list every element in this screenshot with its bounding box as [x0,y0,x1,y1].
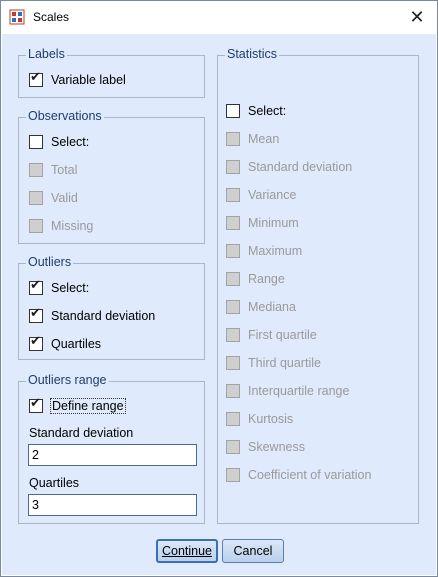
statistics-variance: Variance [226,187,296,203]
labels-variable-label-label: Variable label [51,73,126,87]
statistics-standard-deviation-label: Standard deviation [248,160,353,174]
statistics-mean-checkbox [226,132,240,146]
outliers-quartiles-label: Quartiles [51,337,102,351]
statistics-select[interactable]: Select: [226,103,286,119]
statistics-skewness-label: Skewness [248,440,305,454]
outliers-select[interactable]: Select: [29,278,90,296]
statistics-maximum-checkbox [226,244,240,258]
outliers-select-label: Select: [51,281,90,295]
quartiles-input[interactable]: 3 [28,494,197,516]
observations-select-checkbox[interactable] [29,135,43,149]
outliers-standard-deviation-checkbox[interactable] [29,306,43,323]
statistics-variance-checkbox [226,188,240,202]
close-icon[interactable]: ✕ [405,6,429,28]
statistics-select-checkbox[interactable] [226,104,240,118]
statistics-third-quartile-label: Third quartile [248,356,321,370]
define-range[interactable]: Define range [29,396,126,414]
statistics-third-quartile: Third quartile [226,355,321,371]
continue-button[interactable]: Continue [156,539,218,563]
observations-select-label: Select: [51,135,90,149]
statistics-select-label: Select: [248,104,287,118]
statistics-mediana-checkbox [226,300,240,314]
observations-valid-label: Valid [51,191,78,205]
observations-missing-checkbox [29,219,43,233]
statistics-range: Range [226,271,285,287]
statistics-interquartile-range: Interquartile range [226,383,349,399]
define-range-checkbox[interactable] [29,396,43,413]
statistics-coefficient-of-variation-label: Coefficient of variation [248,468,372,482]
statistics-first-quartile-label: First quartile [248,328,317,342]
statistics-mean-label: Mean [248,132,280,146]
std-deviation-input[interactable]: 2 [28,444,197,466]
cancel-button[interactable]: Cancel [222,539,284,563]
labels-variable-label-checkbox[interactable] [29,70,43,87]
statistics-third-quartile-checkbox [226,356,240,370]
outliers-legend: Outliers [26,255,74,269]
dialog-body: Labels Observations Outliers Outliers ra… [2,34,436,575]
spss-scale-icon [9,9,25,25]
observations-valid-checkbox [29,191,43,205]
statistics-legend: Statistics [225,47,280,61]
scales-dialog: Scales ✕ Labels Observations Outliers Ou… [0,0,438,577]
title-bar[interactable]: Scales ✕ [1,1,437,33]
statistics-coefficient-of-variation: Coefficient of variation [226,467,371,483]
outliers-standard-deviation-label: Standard deviation [51,309,156,323]
statistics-standard-deviation-checkbox [226,160,240,174]
observations-legend: Observations [26,109,104,123]
statistics-coefficient-of-variation-checkbox [226,468,240,482]
statistics-minimum-checkbox [226,216,240,230]
statistics-mediana: Mediana [226,299,296,315]
continue-label: Continue [161,544,213,558]
observations-select[interactable]: Select: [29,134,89,150]
statistics-interquartile-range-checkbox [226,384,240,398]
define-range-label: Define range [50,398,126,414]
statistics-kurtosis: Kurtosis [226,411,293,427]
outliers-quartiles[interactable]: Quartiles [29,334,102,352]
statistics-variance-label: Variance [248,188,297,202]
statistics-kurtosis-checkbox [226,412,240,426]
statistics-standard-deviation: Standard deviation [226,159,352,175]
observations-total-label: Total [51,163,78,177]
statistics-maximum: Maximum [226,243,302,259]
statistics-interquartile-range-label: Interquartile range [248,384,350,398]
statistics-maximum-label: Maximum [248,244,303,258]
statistics-skewness: Skewness [226,439,305,455]
statistics-range-checkbox [226,272,240,286]
outliers-range-legend: Outliers range [26,373,109,387]
observations-missing-label: Missing [51,219,94,233]
observations-total: Total [29,162,77,178]
statistics-first-quartile-checkbox [226,328,240,342]
statistics-range-label: Range [248,272,285,286]
statistics-skewness-checkbox [226,440,240,454]
statistics-first-quartile: First quartile [226,327,317,343]
observations-total-checkbox [29,163,43,177]
statistics-minimum-label: Minimum [248,216,299,230]
statistics-kurtosis-label: Kurtosis [248,412,294,426]
statistics-minimum: Minimum [226,215,299,231]
quartiles-label: Quartiles [29,476,80,490]
labels-legend: Labels [26,47,67,61]
labels-variable-label[interactable]: Variable label [29,70,126,88]
outliers-standard-deviation[interactable]: Standard deviation [29,306,156,324]
dialog-title: Scales [33,10,70,24]
observations-missing: Missing [29,218,93,234]
std-deviation-label: Standard deviation [29,426,134,440]
outliers-select-checkbox[interactable] [29,278,43,295]
statistics-mean: Mean [226,131,279,147]
statistics-mediana-label: Mediana [248,300,296,314]
outliers-quartiles-checkbox[interactable] [29,334,43,351]
observations-valid: Valid [29,190,78,206]
